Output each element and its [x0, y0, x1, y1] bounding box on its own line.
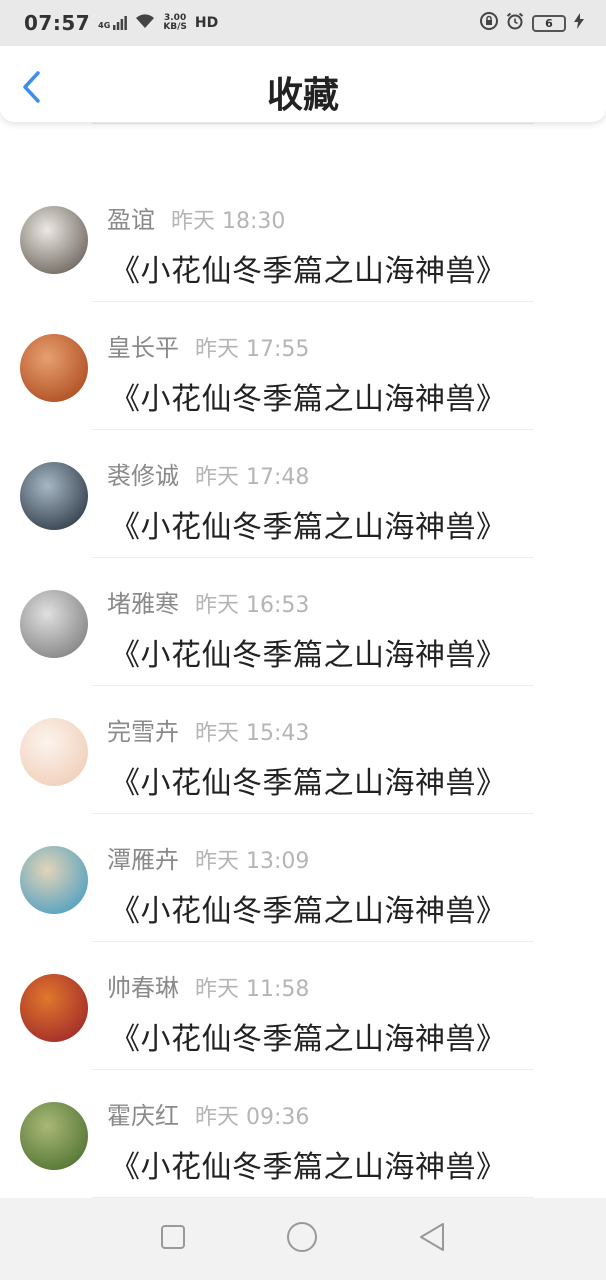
status-bar: 07:57 4G 3.00 KB/S HD 6	[0, 0, 606, 46]
network-type: 4G	[98, 21, 111, 30]
home-button[interactable]	[286, 1221, 318, 1257]
author-name: 裘修诚	[107, 462, 179, 490]
item-title[interactable]: 《小花仙冬季篇之山海神兽》	[110, 374, 507, 418]
avatar[interactable]	[20, 846, 88, 914]
charging-icon	[574, 13, 584, 33]
avatar[interactable]	[20, 718, 88, 786]
timestamp: 昨天 09:36	[195, 1105, 310, 1130]
list-item[interactable]: 盈谊 昨天 18:30 《小花仙冬季篇之山海神兽》	[0, 174, 606, 302]
item-meta: 帅春琳 昨天 11:58	[107, 968, 309, 1003]
item-meta: 完雪卉 昨天 15:43	[107, 712, 309, 747]
item-title[interactable]: 《小花仙冬季篇之山海神兽》	[110, 1014, 507, 1058]
item-meta: 霍庆红 昨天 09:36	[107, 1096, 309, 1131]
item-title[interactable]: 《小花仙冬季篇之山海神兽》	[110, 502, 507, 546]
avatar[interactable]	[20, 206, 88, 274]
alarm-clock-icon	[506, 12, 524, 34]
author-name: 堵雅寒	[107, 590, 179, 618]
battery-icon: 6	[532, 14, 566, 32]
list-item[interactable]: 潭雁卉 昨天 13:09 《小花仙冬季篇之山海神兽》	[0, 814, 606, 942]
author-name: 潭雁卉	[107, 846, 179, 874]
battery-level: 6	[545, 16, 553, 30]
system-nav-bar	[0, 1198, 606, 1280]
author-name: 霍庆红	[107, 1102, 179, 1130]
author-name: 帅春琳	[107, 974, 179, 1002]
list-item[interactable]: 皇长平 昨天 17:55 《小花仙冬季篇之山海神兽》	[0, 302, 606, 430]
hd-voice-indicator: HD	[194, 15, 219, 31]
item-title[interactable]: 《小花仙冬季篇之山海神兽》	[110, 1142, 507, 1186]
page-title: 收藏	[266, 75, 339, 116]
back-nav-button[interactable]	[418, 1222, 446, 1256]
timestamp: 昨天 15:43	[195, 721, 310, 746]
timestamp: 昨天 11:58	[195, 977, 310, 1002]
item-meta: 潭雁卉 昨天 13:09	[107, 840, 309, 875]
recent-apps-button[interactable]	[160, 1224, 186, 1254]
timestamp: 昨天 16:53	[195, 593, 310, 618]
circle-icon	[287, 1222, 317, 1252]
item-meta: 堵雅寒 昨天 16:53	[107, 584, 309, 619]
item-meta: 皇长平 昨天 17:55	[107, 328, 309, 363]
wifi-icon	[135, 13, 155, 33]
timestamp: 昨天 18:30	[171, 209, 286, 234]
square-icon	[161, 1225, 185, 1249]
item-title[interactable]: 《小花仙冬季篇之山海神兽》	[110, 886, 507, 930]
avatar[interactable]	[20, 974, 88, 1042]
network-speed: 3.00 KB/S	[163, 13, 187, 32]
author-name: 完雪卉	[107, 718, 179, 746]
author-name: 皇长平	[107, 334, 179, 362]
timestamp: 昨天 17:48	[195, 465, 310, 490]
avatar[interactable]	[20, 462, 88, 530]
avatar[interactable]	[20, 590, 88, 658]
author-name: 盈谊	[107, 206, 155, 234]
favorites-list[interactable]: 《小花仙冬季篇之山海神兽》盈谊昨天 18:30《小花仙冬季篇之山海神兽》皇长平昨…	[0, 46, 606, 1198]
avatar[interactable]	[20, 334, 88, 402]
triangle-back-icon	[420, 1223, 444, 1251]
list-item[interactable]: 帅春琳 昨天 11:58 《小花仙冬季篇之山海神兽》	[0, 942, 606, 1070]
lock-rotation-icon	[480, 12, 498, 34]
list-item[interactable]: 完雪卉 昨天 15:43 《小花仙冬季篇之山海神兽》	[0, 686, 606, 814]
app-header: 收藏	[0, 46, 606, 122]
avatar[interactable]	[20, 1102, 88, 1170]
item-title[interactable]: 《小花仙冬季篇之山海神兽》	[110, 246, 507, 290]
status-time: 07:57	[24, 11, 91, 35]
list-item[interactable]: 堵雅寒 昨天 16:53 《小花仙冬季篇之山海神兽》	[0, 558, 606, 686]
item-meta: 裘修诚 昨天 17:48	[107, 456, 309, 491]
list-item[interactable]: 裘修诚 昨天 17:48 《小花仙冬季篇之山海神兽》	[0, 430, 606, 558]
timestamp: 昨天 17:55	[195, 337, 310, 362]
item-title[interactable]: 《小花仙冬季篇之山海神兽》	[110, 758, 507, 802]
divider	[92, 123, 534, 124]
item-meta: 盈谊 昨天 18:30	[107, 200, 285, 235]
item-title[interactable]: 《小花仙冬季篇之山海神兽》	[110, 630, 507, 674]
cellular-signal-icon: 4G	[98, 16, 128, 30]
timestamp: 昨天 13:09	[195, 849, 310, 874]
list-item[interactable]: 霍庆红 昨天 09:36 《小花仙冬季篇之山海神兽》	[0, 1070, 606, 1198]
